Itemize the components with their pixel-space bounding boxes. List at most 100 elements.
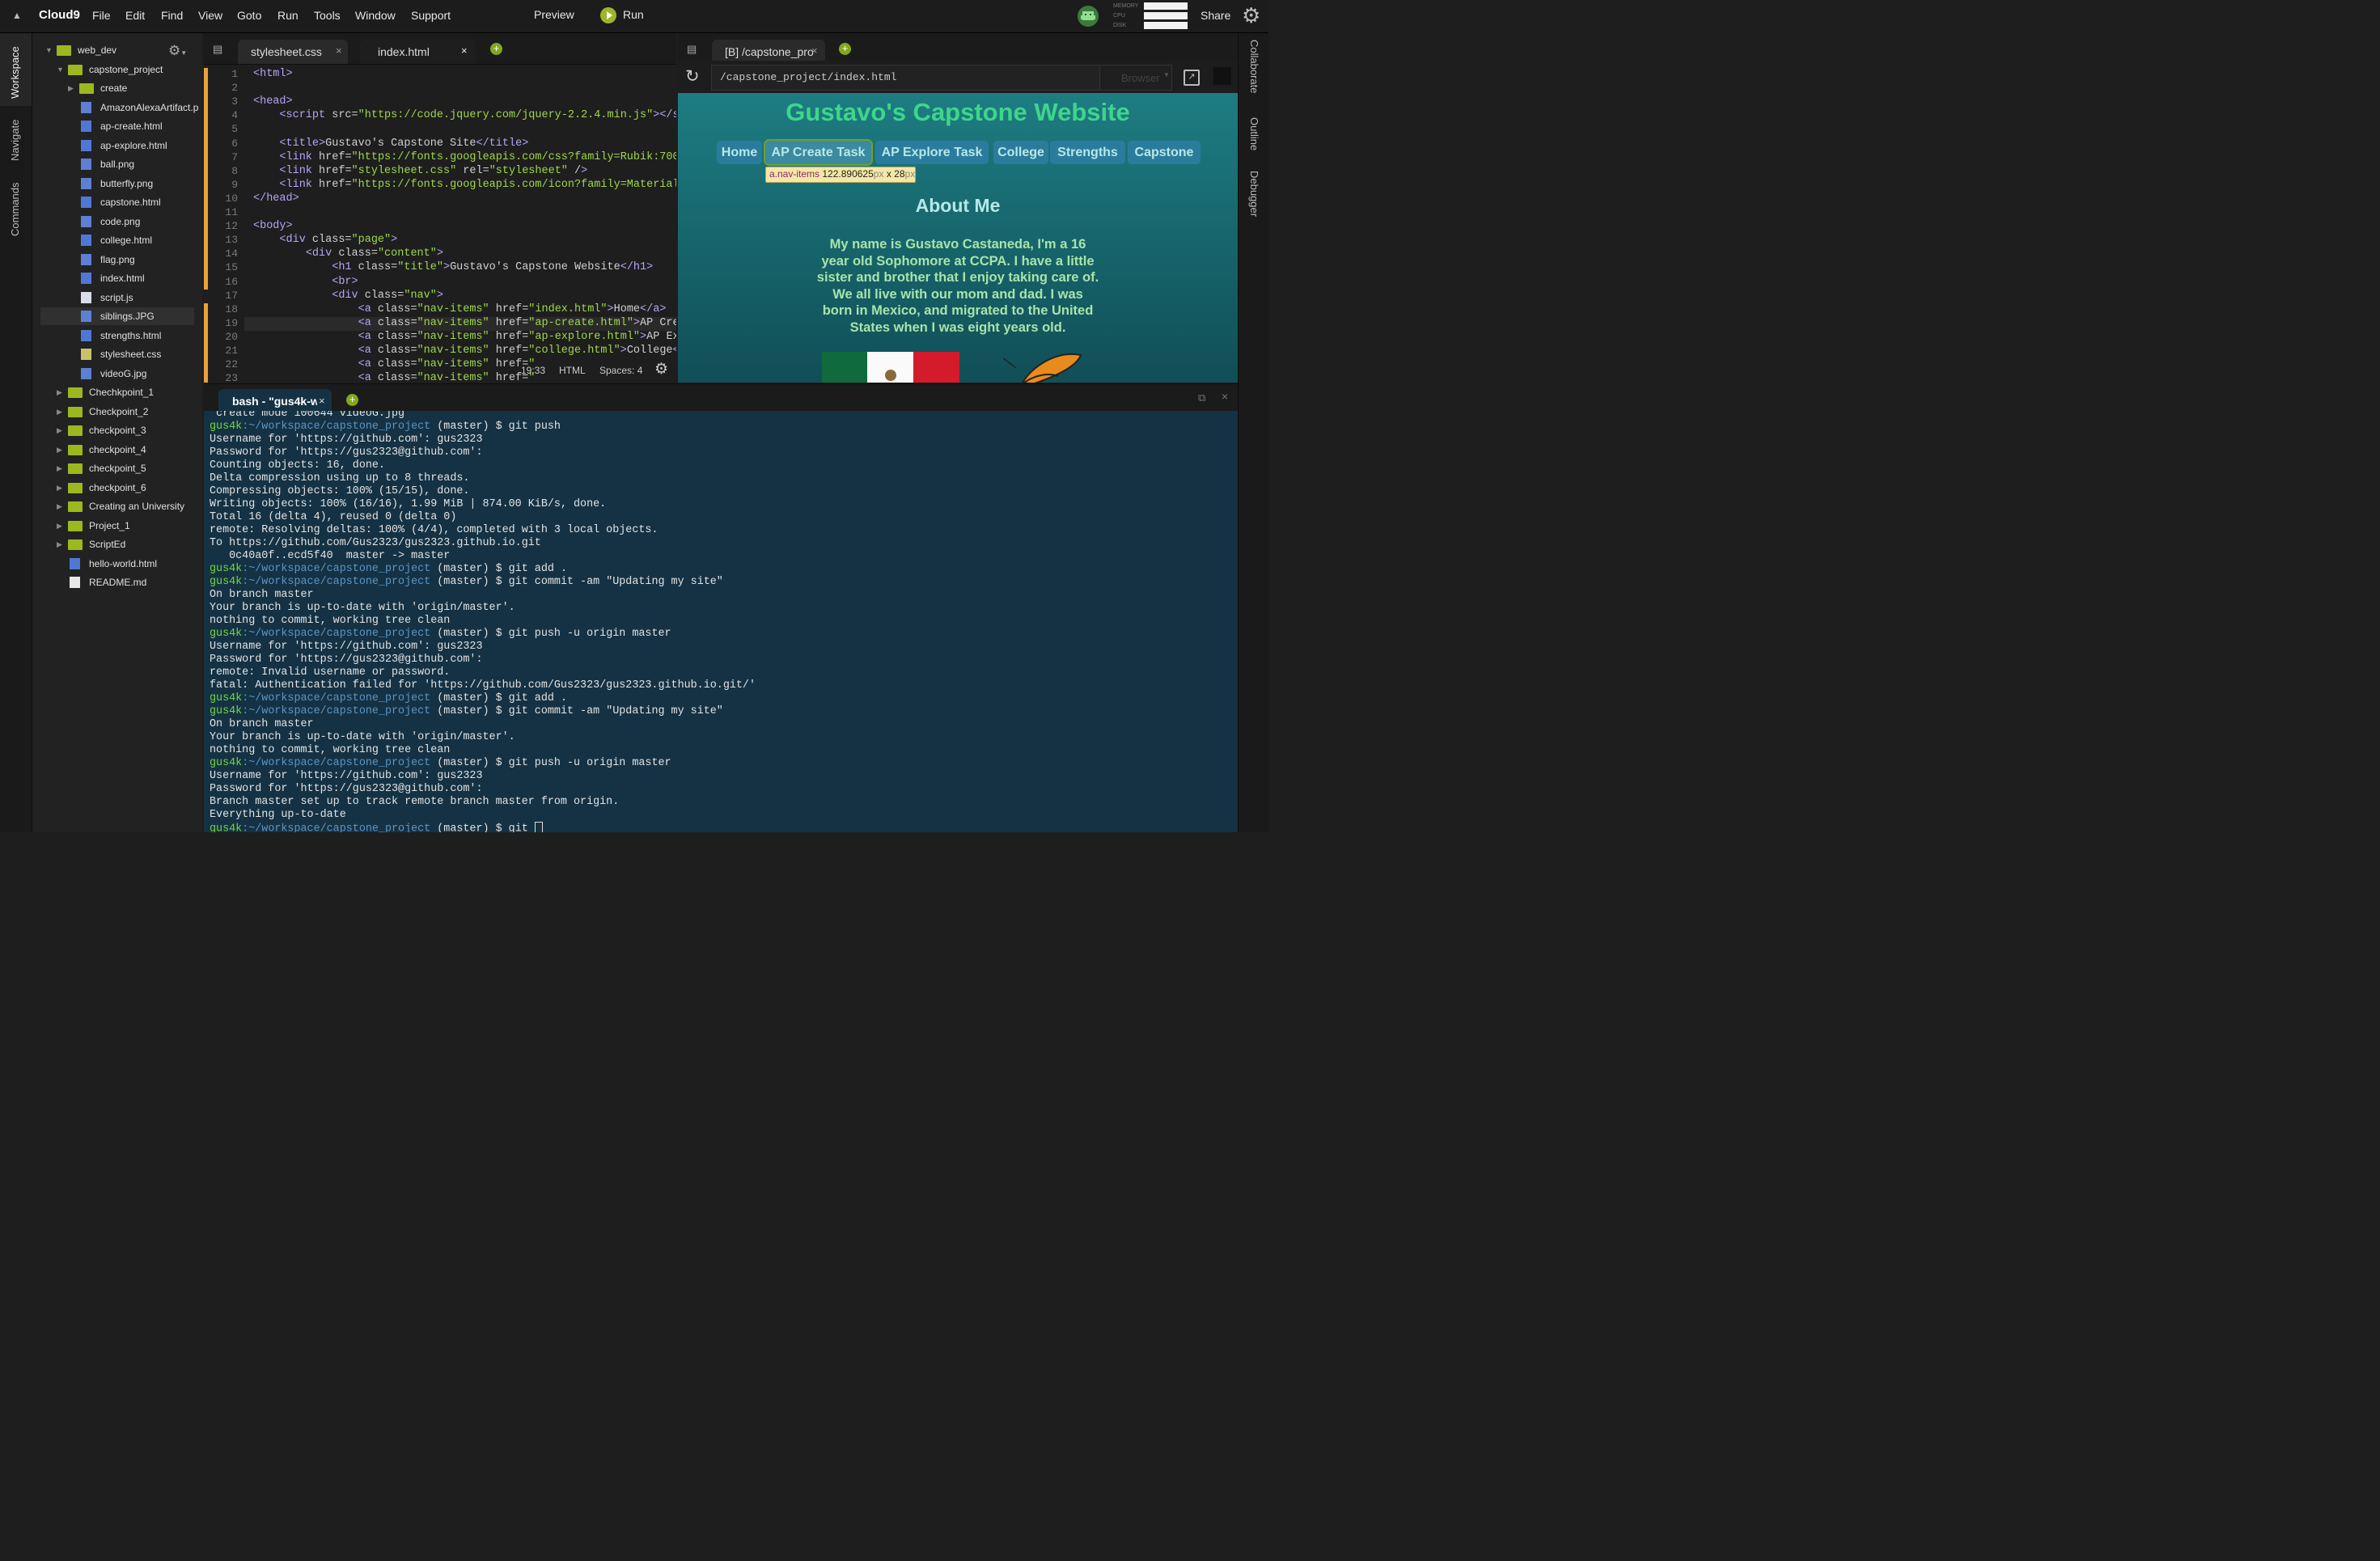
caret-right-icon[interactable]: ▶ bbox=[57, 497, 62, 515]
nav-item[interactable]: Home bbox=[717, 141, 762, 164]
menu-goto[interactable]: Goto bbox=[237, 9, 261, 22]
terminal[interactable]: create mode 100644 videoG.jpg gus4k:~/wor… bbox=[204, 411, 1238, 832]
collapse-icon[interactable]: ▲ bbox=[12, 10, 22, 21]
app-logo[interactable]: Cloud9 bbox=[39, 8, 80, 22]
code-line[interactable]: <script src="https://code.jquery.com/jqu… bbox=[253, 109, 676, 121]
code-line[interactable]: <div class="page"> bbox=[253, 234, 397, 246]
code-editor[interactable]: 1 <html> 2 3 <head> 4 <script src="https://co… bbox=[204, 65, 676, 383]
refresh-icon[interactable]: ↻ bbox=[685, 66, 700, 87]
tree-folder[interactable]: ▶ checkpoint_5 bbox=[40, 459, 194, 477]
close-pane-icon[interactable]: × bbox=[1222, 390, 1228, 403]
tree-folder[interactable]: ▶ Project_1 bbox=[40, 517, 194, 535]
code-line[interactable]: <link href="https://fonts.googleapis.com… bbox=[253, 179, 676, 191]
tab-collaborate[interactable]: Collaborate bbox=[1239, 40, 1269, 104]
tree-file[interactable]: ball.png bbox=[40, 155, 194, 173]
add-tab-icon[interactable]: + bbox=[839, 43, 851, 55]
tree-file[interactable]: ap-create.html bbox=[40, 117, 194, 135]
code-line[interactable]: <link href="https://fonts.googleapis.com… bbox=[253, 151, 676, 163]
code-line[interactable]: <br> bbox=[253, 276, 358, 288]
run-icon[interactable] bbox=[600, 7, 616, 23]
menu-file[interactable]: File bbox=[92, 9, 111, 22]
tree-file[interactable]: README.md bbox=[40, 573, 194, 591]
language-mode[interactable]: HTML bbox=[559, 365, 586, 376]
nav-item[interactable]: Capstone bbox=[1128, 141, 1201, 164]
tree-file[interactable]: capstone.html bbox=[40, 193, 194, 211]
tree-folder[interactable]: ▶ ScriptEd bbox=[40, 535, 194, 553]
gear-icon[interactable]: ⚙ bbox=[1242, 4, 1260, 27]
tree-file[interactable]: videoG.jpg bbox=[40, 365, 194, 383]
tree-file[interactable]: index.html bbox=[40, 269, 194, 287]
code-line[interactable]: <head> bbox=[253, 95, 293, 108]
tab-debugger[interactable]: Debugger bbox=[1239, 171, 1269, 227]
tree-file[interactable]: siblings.JPG bbox=[40, 307, 194, 325]
menu-window[interactable]: Window bbox=[355, 9, 396, 22]
tab-index-html[interactable]: index.html × bbox=[360, 40, 476, 64]
menu-support[interactable]: Support bbox=[411, 9, 451, 22]
add-tab-icon[interactable]: + bbox=[346, 394, 358, 406]
menu-view[interactable]: View bbox=[198, 9, 222, 22]
tab-navigate[interactable]: Navigate bbox=[0, 112, 32, 169]
tree-folder[interactable]: ▶ Chechkpoint_1 bbox=[40, 383, 194, 401]
tab-terminal[interactable]: bash - "gus4k-wo × bbox=[218, 389, 332, 412]
code-line[interactable]: <h1 class="title">Gustavo's Capstone Web… bbox=[253, 261, 653, 273]
code-line[interactable]: <a class="nav-items" href="college.html"… bbox=[253, 345, 676, 357]
tree-file[interactable]: AmazonAlexaArtifact.p bbox=[40, 99, 198, 116]
tab-workspace[interactable]: Workspace bbox=[0, 33, 32, 106]
caret-right-icon[interactable]: ▶ bbox=[57, 517, 62, 535]
indentation[interactable]: Spaces: 4 bbox=[599, 365, 642, 376]
code-line[interactable]: <html> bbox=[253, 68, 293, 80]
caret-down-icon[interactable]: ▼ bbox=[45, 41, 53, 59]
code-line[interactable]: <div class="nav"> bbox=[253, 290, 443, 302]
preview-toggle[interactable] bbox=[1213, 67, 1231, 85]
menu-edit[interactable]: Edit bbox=[125, 9, 145, 22]
nav-item[interactable]: College bbox=[993, 141, 1048, 164]
caret-right-icon[interactable]: ▶ bbox=[57, 421, 62, 439]
menu-run[interactable]: Run bbox=[277, 9, 299, 22]
tree-file[interactable]: ap-explore.html bbox=[40, 137, 194, 154]
restore-icon[interactable]: ⧉ bbox=[1198, 391, 1205, 404]
share-button[interactable]: Share bbox=[1201, 9, 1230, 22]
caret-right-icon[interactable]: ▶ bbox=[57, 479, 62, 497]
caret-right-icon[interactable]: ▶ bbox=[57, 383, 62, 401]
tree-file[interactable]: butterfly.png bbox=[40, 175, 194, 192]
browser-dropdown[interactable]: Browser ▼ bbox=[1099, 65, 1172, 91]
code-line[interactable]: <a class="nav-items" href="index.html">H… bbox=[253, 303, 667, 315]
caret-right-icon[interactable]: ▶ bbox=[57, 403, 62, 421]
code-line[interactable]: <a class="nav-items" href="ap-create.htm… bbox=[253, 317, 676, 329]
caret-right-icon[interactable]: ▶ bbox=[57, 535, 62, 553]
tab-outline[interactable]: Outline bbox=[1239, 117, 1269, 158]
url-input[interactable]: /capstone_project/index.html bbox=[720, 71, 896, 83]
preview-button[interactable]: Preview bbox=[534, 8, 574, 21]
code-line[interactable]: <a class="nav-items" href=" bbox=[253, 372, 536, 383]
avatar[interactable] bbox=[1078, 6, 1099, 27]
tree-folder[interactable]: ▶ checkpoint_6 bbox=[40, 479, 194, 497]
gear-icon[interactable]: ⚙ bbox=[654, 360, 668, 379]
caret-right-icon[interactable]: ▶ bbox=[57, 459, 62, 477]
tree-file[interactable]: code.png bbox=[40, 213, 194, 231]
tree-folder[interactable]: ▶ create bbox=[40, 79, 194, 97]
tree-file[interactable]: stylesheet.css bbox=[40, 345, 194, 363]
add-tab-icon[interactable]: + bbox=[490, 43, 502, 55]
pane-menu-icon[interactable]: ▤ bbox=[213, 43, 222, 56]
tree-folder[interactable]: ▼ web_dev bbox=[40, 41, 194, 59]
code-line[interactable]: <title>Gustavo's Capstone Site</title> bbox=[253, 137, 528, 150]
run-button[interactable]: Run bbox=[623, 8, 644, 21]
tab-commands[interactable]: Commands bbox=[0, 175, 32, 239]
close-icon[interactable]: × bbox=[461, 44, 468, 57]
code-line[interactable]: <a class="nav-items" href=" bbox=[253, 358, 536, 370]
code-line[interactable]: <body> bbox=[253, 220, 293, 232]
close-icon[interactable]: × bbox=[319, 395, 325, 407]
code-line[interactable]: <a class="nav-items" href="ap-explore.ht… bbox=[253, 331, 676, 343]
tree-folder[interactable]: ▶ Creating an University bbox=[40, 497, 194, 515]
tree-file[interactable]: script.js bbox=[40, 289, 194, 307]
tree-file[interactable]: strengths.html bbox=[40, 327, 194, 345]
code-line[interactable]: <link href="stylesheet.css" rel="stylesh… bbox=[253, 165, 587, 177]
popout-icon[interactable]: ↗ bbox=[1184, 70, 1200, 86]
caret-right-icon[interactable]: ▶ bbox=[57, 441, 62, 459]
menu-tools[interactable]: Tools bbox=[314, 9, 341, 22]
nav-item[interactable]: AP Explore Task bbox=[875, 141, 989, 164]
tree-file[interactable]: hello-world.html bbox=[40, 555, 194, 573]
code-line[interactable]: </head> bbox=[253, 192, 299, 205]
pane-menu-icon[interactable]: ▤ bbox=[687, 43, 697, 56]
tree-file[interactable]: college.html bbox=[40, 231, 194, 249]
